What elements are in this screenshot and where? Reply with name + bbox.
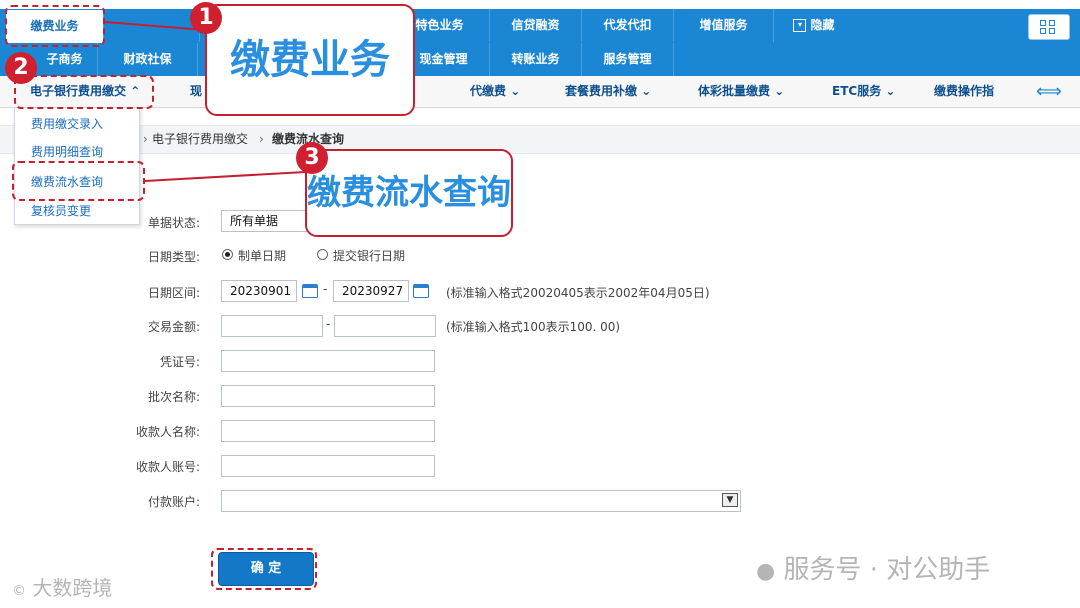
watermark-right: ● 服务号 · 对公助手 <box>756 555 991 585</box>
step-number-2: 2 <box>5 52 37 84</box>
step-number-1: 1 <box>190 2 222 34</box>
step-number-3: 3 <box>296 142 328 174</box>
chat-icon: ● <box>756 559 776 584</box>
callout-payment-business: 缴费业务 <box>205 4 415 116</box>
watermark-logo-icon: © <box>12 583 26 599</box>
callout-payment-flow-query: 缴费流水查询 <box>305 149 513 237</box>
annotation-lines <box>104 21 306 182</box>
watermark-left: © 大数跨境 <box>12 576 113 600</box>
